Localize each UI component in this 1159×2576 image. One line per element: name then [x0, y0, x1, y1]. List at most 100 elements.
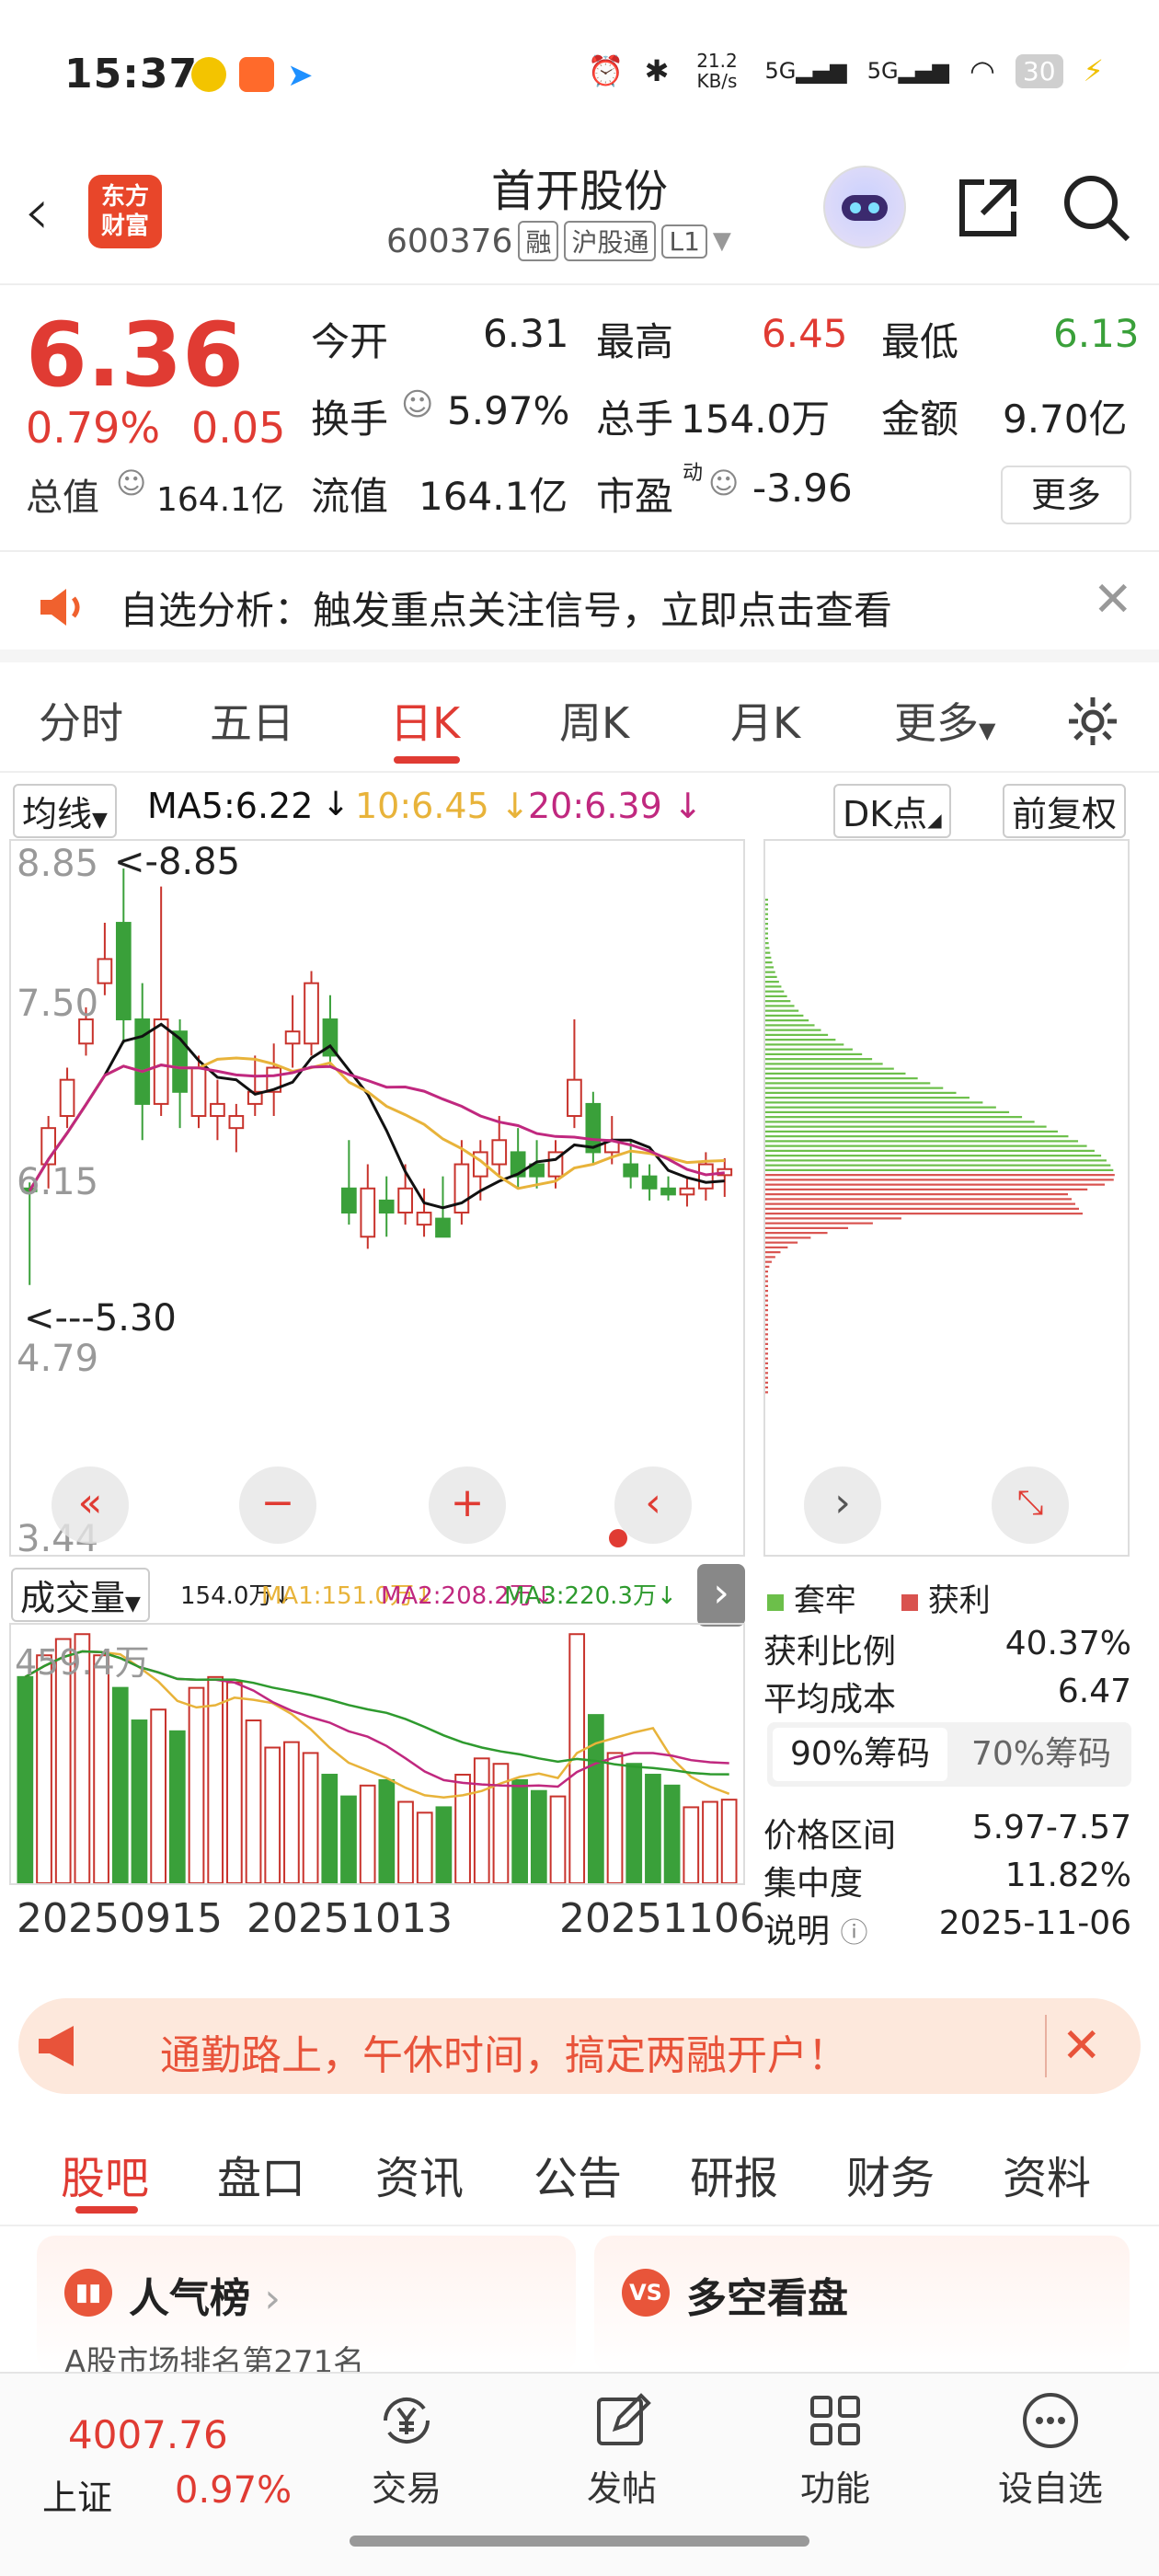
- tab-ziliao[interactable]: 资料: [1003, 2142, 1091, 2206]
- chevron-right-icon[interactable]: ›: [804, 1466, 881, 1544]
- chip-bar: [765, 1226, 849, 1229]
- chip-bar: [765, 1260, 772, 1263]
- volume-bar: [588, 1714, 604, 1884]
- tab-guba[interactable]: 股吧: [61, 2142, 149, 2206]
- volume-bar: [435, 1806, 453, 1884]
- charging-icon: ⚡: [1083, 53, 1104, 88]
- share-icon[interactable]: [947, 167, 1027, 247]
- popularity-card[interactable]: ▮▮ 人气榜 › A股市场排名第271名: [37, 2236, 576, 2381]
- volume-bar: [416, 1811, 433, 1884]
- date-label: 20251013: [247, 1895, 453, 1942]
- ma-legend: 均线▼ MA5:6.22 ↓ 10:6.45 ↓ 20:6.39 ↓ DK点◢ …: [0, 773, 1159, 838]
- chip-bar: [765, 1043, 844, 1046]
- chip-bar: [765, 1144, 1087, 1147]
- tab-rik[interactable]: 日K: [390, 690, 460, 751]
- chip-bar: [765, 1381, 768, 1384]
- chip-bar: [765, 1246, 788, 1248]
- ma-selector[interactable]: 均线▼: [13, 784, 117, 838]
- volume-chart[interactable]: 459.4万: [9, 1623, 745, 1885]
- close-icon[interactable]: ✕: [1093, 572, 1133, 627]
- tab-zhouk[interactable]: 周K: [559, 690, 629, 751]
- scroll-left-icon[interactable]: «: [52, 1466, 129, 1544]
- chip-bar: [765, 1236, 811, 1239]
- volume-bar: [207, 1675, 224, 1885]
- tab-70-chips[interactable]: 70%筹码: [957, 1728, 1126, 1781]
- volume-bar: [511, 1778, 528, 1884]
- info-icon[interactable]: ☺: [708, 466, 739, 500]
- tab-fenshi[interactable]: 分时: [39, 690, 123, 751]
- bull-bear-card[interactable]: VS 多空看盘: [594, 2236, 1130, 2374]
- chip-bar: [765, 1188, 1088, 1190]
- info-icon[interactable]: ☺: [401, 386, 433, 423]
- turnover-value: 5.97%: [447, 388, 570, 433]
- candle-body: [397, 1187, 413, 1214]
- avg-cost-row: 平均成本 6.47: [763, 1673, 1131, 1719]
- yen-cycle-icon: [374, 2388, 439, 2453]
- chip-bar: [765, 981, 779, 983]
- tab-90-chips[interactable]: 90%筹码: [773, 1728, 947, 1781]
- date-label: 20250915: [17, 1895, 223, 1942]
- candle-body: [360, 1187, 376, 1238]
- promo-banner[interactable]: 通勤路上，午休时间，搞定两融开户！ ✕: [18, 1998, 1141, 2094]
- index-percent[interactable]: 0.97%: [175, 2469, 292, 2512]
- chip-bar: [765, 1058, 873, 1061]
- zoom-out-icon[interactable]: −: [239, 1466, 316, 1544]
- chip-bar: [765, 1275, 768, 1278]
- zoom-in-icon[interactable]: +: [429, 1466, 506, 1544]
- trade-button[interactable]: 交易: [324, 2388, 489, 2511]
- chip-bar: [765, 898, 768, 902]
- volume-bar: [36, 1654, 52, 1885]
- ai-assistant-icon[interactable]: [823, 166, 906, 248]
- index-value[interactable]: 4007.76: [68, 2412, 228, 2457]
- chip-bar: [765, 1101, 983, 1104]
- chip-distribution[interactable]: › ⤡: [763, 839, 1130, 1557]
- tab-yanbao[interactable]: 研报: [690, 2142, 778, 2206]
- chip-bar: [765, 1333, 768, 1336]
- chip-bar: [765, 985, 782, 988]
- speaker-icon: [35, 580, 90, 635]
- chip-distribution-svg: [765, 898, 1115, 1394]
- chip-bar: [765, 1179, 1114, 1181]
- chip-bar: [765, 917, 768, 921]
- alert-banner[interactable]: 自选分析：触发重点关注信号，立即点击查看 ✕: [0, 552, 1159, 662]
- kline-chart[interactable]: 8.85 7.50 6.15 4.79 3.44 <-8.85 <---5.30…: [9, 839, 745, 1560]
- post-button[interactable]: 发帖: [539, 2388, 705, 2511]
- search-icon[interactable]: [1056, 167, 1135, 247]
- tab-pankou[interactable]: 盘口: [217, 2142, 305, 2206]
- tab-wuri[interactable]: 五日: [210, 690, 294, 751]
- tab-caiwu[interactable]: 财务: [846, 2142, 935, 2206]
- volume-bar: [645, 1774, 661, 1884]
- note-row[interactable]: 说明 ⓘ 2025-11-06: [763, 1904, 1131, 1952]
- volume-bar: [131, 1719, 148, 1884]
- tab-more[interactable]: 更多▼: [894, 690, 995, 751]
- pe-sup: 动: [683, 462, 704, 485]
- app-notification-icon: [239, 57, 274, 92]
- close-icon[interactable]: ✕: [1061, 2018, 1102, 2074]
- functions-button[interactable]: 功能: [752, 2388, 918, 2511]
- volume-selector[interactable]: 成交量▼: [11, 1568, 150, 1622]
- dk-point-selector[interactable]: DK点◢: [833, 784, 951, 838]
- chevron-right-icon[interactable]: ›: [697, 1564, 745, 1627]
- pe-value: -3.96: [752, 466, 853, 511]
- index-name[interactable]: 上证: [42, 2469, 112, 2520]
- chip-tabs: 90%筹码 70%筹码: [767, 1722, 1131, 1787]
- volume-bar: [683, 1806, 700, 1884]
- more-button[interactable]: 更多: [1001, 466, 1131, 524]
- stock-code-row[interactable]: 600376 融 沪股通 L1 ▼: [386, 221, 731, 261]
- expand-icon[interactable]: ⤡: [992, 1466, 1069, 1544]
- chip-bar: [765, 923, 768, 926]
- settings-gear-icon[interactable]: [1063, 692, 1122, 751]
- app-notification-icon: ➤: [287, 57, 314, 94]
- megaphone-icon: [33, 2018, 92, 2074]
- adjust-selector[interactable]: 前复权: [1003, 784, 1127, 838]
- chip-bar: [765, 1052, 863, 1055]
- home-indicator[interactable]: [350, 2536, 809, 2547]
- add-watchlist-button[interactable]: 设自选: [968, 2388, 1133, 2511]
- change-amount: 0.05: [191, 403, 286, 453]
- step-left-icon[interactable]: ‹: [614, 1466, 692, 1544]
- tab-zixun[interactable]: 资讯: [375, 2142, 464, 2206]
- chip-bar: [765, 1241, 798, 1244]
- tab-yuek[interactable]: 月K: [730, 690, 800, 751]
- info-icon[interactable]: ☺: [116, 466, 146, 500]
- tab-gonggao[interactable]: 公告: [534, 2142, 622, 2206]
